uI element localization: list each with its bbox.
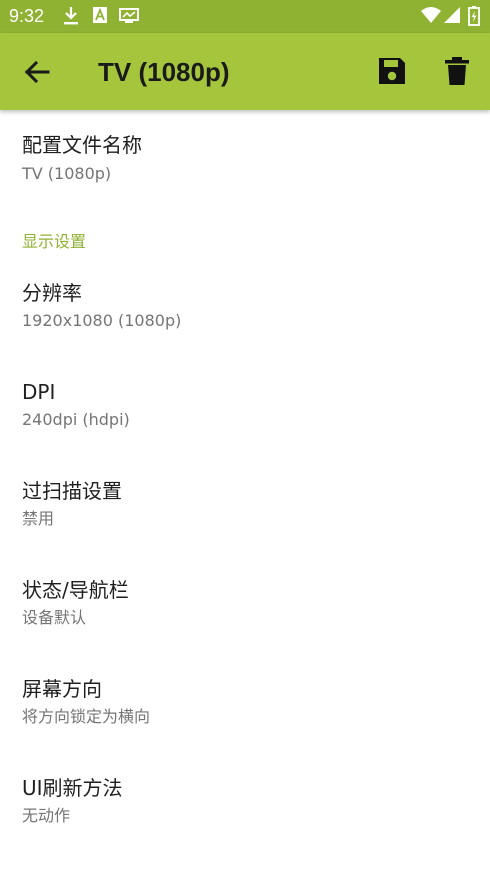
pref-title: 过扫描设置: [22, 479, 122, 503]
pref-summary: 1920x1080 (1080p): [22, 311, 182, 330]
category-display-settings: 显示设置: [22, 232, 87, 251]
pref-title: 屏幕方向: [22, 677, 102, 701]
pref-title: 配置文件名称: [22, 133, 142, 157]
pref-title: UI刷新方法: [22, 776, 123, 800]
pref-summary: 无动作: [22, 806, 71, 825]
save-icon[interactable]: [377, 56, 407, 86]
pref-status-nav-bar[interactable]: 状态/导航栏 设备默认: [0, 567, 490, 657]
pref-resolution[interactable]: 分辨率 1920x1080 (1080p): [0, 270, 490, 360]
delete-icon[interactable]: [443, 56, 471, 86]
status-bar: 9:32: [0, 0, 490, 33]
battery-icon: [468, 6, 480, 26]
pref-summary: 禁用: [22, 509, 55, 528]
pref-summary: 设备默认: [22, 608, 87, 627]
pref-title: 状态/导航栏: [22, 578, 129, 602]
app-bar: TV (1080p): [0, 33, 490, 110]
download-icon: [64, 7, 78, 25]
pref-dpi[interactable]: DPI 240dpi (hdpi): [0, 369, 490, 459]
status-time: 9:32: [9, 6, 45, 26]
pref-summary: 240dpi (hdpi): [22, 410, 130, 429]
pref-screen-orientation[interactable]: 屏幕方向 将方向锁定为横向: [0, 666, 490, 756]
pref-overscan[interactable]: 过扫描设置 禁用: [0, 468, 490, 558]
pref-title: 分辨率: [22, 281, 82, 305]
screen-cast-icon: [119, 8, 139, 23]
pref-summary: 将方向锁定为横向: [22, 707, 151, 726]
wifi-icon: [421, 7, 441, 23]
pref-profile-name[interactable]: 配置文件名称 TV (1080p): [0, 110, 490, 198]
pref-title: DPI: [22, 380, 56, 404]
font-app-icon: [93, 7, 107, 23]
back-arrow-icon[interactable]: [22, 57, 52, 87]
signal-icon: [444, 7, 460, 23]
pref-summary: TV (1080p): [22, 164, 112, 183]
page-title: TV (1080p): [98, 57, 230, 87]
pref-ui-refresh-method[interactable]: UI刷新方法 无动作: [0, 765, 490, 855]
